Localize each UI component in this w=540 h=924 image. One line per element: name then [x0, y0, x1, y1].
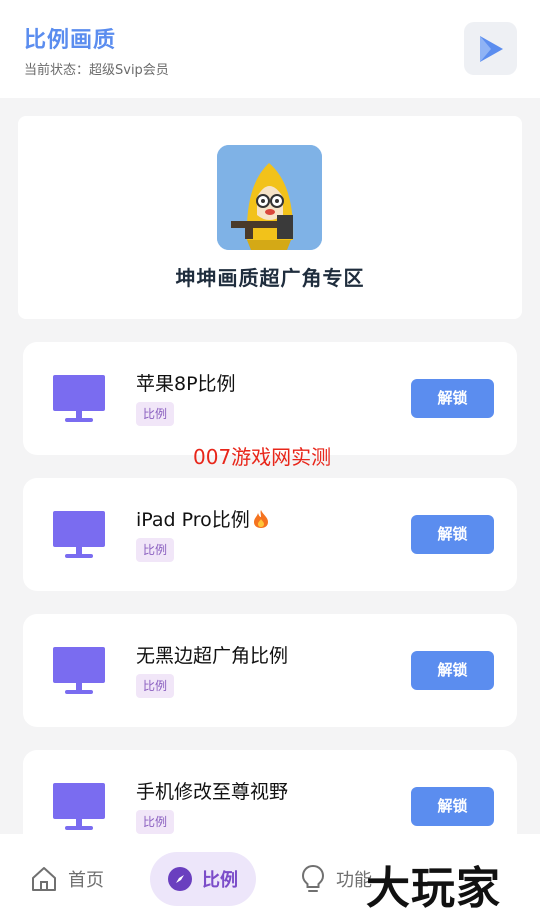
watermark-text: 007游戏网实测	[193, 445, 332, 469]
play-button[interactable]	[464, 22, 517, 75]
ratio-tag: 比例	[136, 402, 175, 426]
nav-home[interactable]: 首页	[30, 852, 104, 906]
nav-ratio[interactable]: 比例	[150, 852, 256, 906]
monitor-icon	[53, 647, 105, 694]
zone-title: 坤坤画质超广角专区	[175, 266, 365, 290]
nav-home-label: 首页	[68, 870, 104, 891]
ratio-tag: 比例	[136, 538, 175, 562]
monitor-icon	[53, 511, 105, 558]
unlock-button[interactable]: 解锁	[411, 515, 494, 554]
monitor-icon	[53, 783, 105, 830]
nav-ratio-label: 比例	[202, 870, 238, 891]
ratio-tag: 比例	[136, 810, 175, 834]
app-header: 比例画质 当前状态：超级Svip会员	[0, 0, 540, 98]
ratio-tag: 比例	[136, 674, 175, 698]
ratio-card[interactable]: iPad Pro比例 比例 解锁	[23, 478, 517, 591]
site-logo: 大玩家	[366, 863, 501, 914]
unlock-button[interactable]: 解锁	[411, 787, 494, 826]
monitor-icon	[53, 375, 105, 422]
unlock-button[interactable]: 解锁	[411, 651, 494, 690]
nav-function[interactable]: 功能	[300, 852, 372, 906]
app-avatar	[217, 145, 322, 250]
ratio-name: 苹果8P比例	[136, 373, 236, 395]
fire-icon	[253, 510, 268, 528]
ratio-card[interactable]: 无黑边超广角比例 比例 解锁	[23, 614, 517, 727]
hero-card: 坤坤画质超广角专区	[18, 116, 522, 319]
ratio-card[interactable]: 苹果8P比例 比例 解锁	[23, 342, 517, 455]
page-title: 比例画质	[24, 28, 117, 53]
ratio-name: 无黑边超广角比例	[136, 645, 289, 667]
play-icon	[479, 35, 503, 62]
compass-icon	[168, 867, 192, 891]
home-icon	[32, 867, 56, 891]
ratio-name: 手机修改至尊视野	[136, 781, 289, 803]
ratio-name-text: iPad Pro比例	[136, 509, 250, 531]
unlock-button[interactable]: 解锁	[411, 379, 494, 418]
lightbulb-icon	[301, 864, 325, 892]
ratio-name: iPad Pro比例	[136, 505, 270, 532]
membership-status: 当前状态：超级Svip会员	[24, 63, 169, 78]
